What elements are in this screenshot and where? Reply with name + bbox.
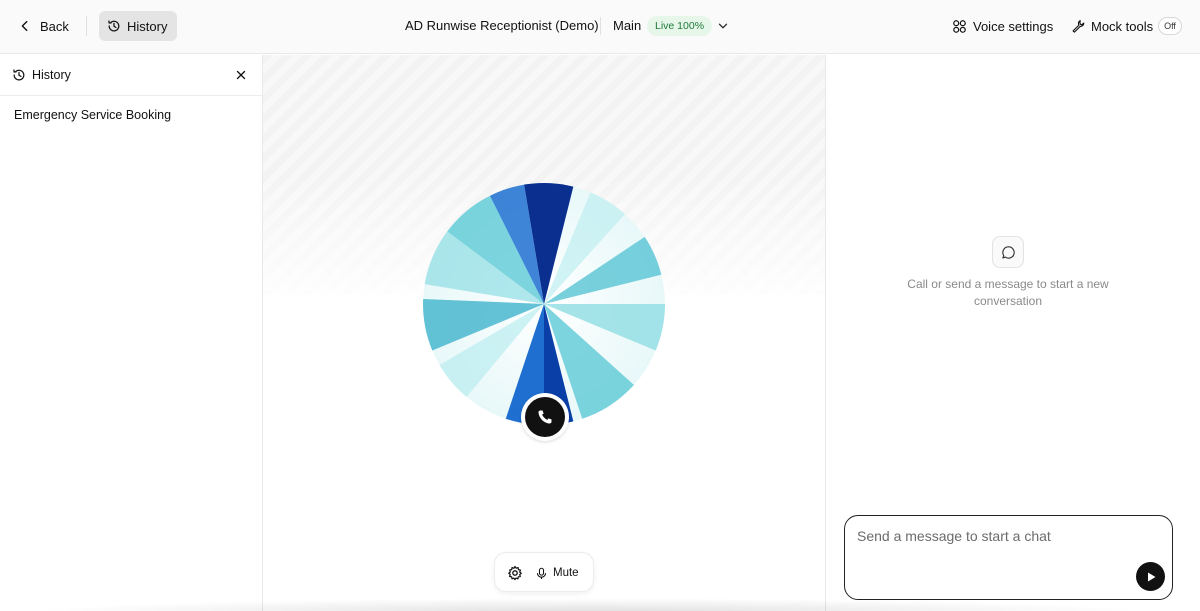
message-input[interactable]: [857, 528, 1127, 568]
history-icon: [13, 69, 25, 81]
wrench-icon: [1072, 20, 1085, 33]
mute-label: Mute: [553, 567, 579, 579]
history-button-label: History: [127, 18, 168, 34]
voice-orb: [423, 183, 665, 425]
chevron-down-icon[interactable]: [716, 19, 730, 33]
voice-settings-button[interactable]: Voice settings: [952, 15, 1053, 37]
history-panel-header: History: [0, 55, 262, 96]
history-panel-title: History: [32, 68, 71, 82]
history-list-item[interactable]: Emergency Service Booking: [14, 108, 171, 122]
phone-icon: [538, 410, 552, 424]
call-controls: Mute: [494, 552, 594, 592]
mock-tools-label: Mock tools: [1091, 18, 1154, 34]
back-button[interactable]: Back: [12, 12, 75, 40]
agent-title: AD Runwise Receptionist (Demo): [405, 18, 599, 33]
mute-button[interactable]: Mute: [535, 564, 579, 582]
top-bar: Back History AD Runwise Receptionist (De…: [0, 0, 1200, 54]
close-icon[interactable]: [234, 68, 248, 82]
send-button[interactable]: [1136, 562, 1165, 591]
call-area: Mute: [263, 55, 826, 611]
history-button[interactable]: History: [99, 11, 177, 41]
chat-empty-icon: [992, 236, 1024, 268]
history-panel: History Emergency Service Booking: [0, 55, 263, 611]
voice-settings-label: Voice settings: [973, 18, 1054, 34]
send-icon: [1147, 572, 1155, 581]
chevron-left-icon: [21, 20, 28, 32]
chat-panel: Call or send a message to start a new co…: [826, 55, 1200, 611]
call-button-inner: [525, 397, 565, 437]
voice-settings-icon: [953, 19, 966, 33]
call-button[interactable]: [521, 393, 569, 441]
toolbar-divider: [86, 16, 87, 36]
mock-tools-button[interactable]: Mock tools: [1071, 15, 1153, 37]
microphone-icon: [536, 567, 547, 579]
message-composer: [844, 515, 1173, 600]
back-label: Back: [40, 18, 69, 34]
mock-tools-toggle[interactable]: Off: [1158, 17, 1182, 35]
chat-empty-message: Call or send a message to start a new co…: [907, 277, 1109, 308]
gear-icon[interactable]: [507, 565, 523, 581]
history-icon: [108, 20, 120, 32]
branch-label[interactable]: Main: [613, 18, 641, 33]
live-status-badge: Live 100%: [647, 16, 713, 36]
message-bubble-icon: [1001, 245, 1015, 259]
title-divider: [600, 17, 601, 35]
